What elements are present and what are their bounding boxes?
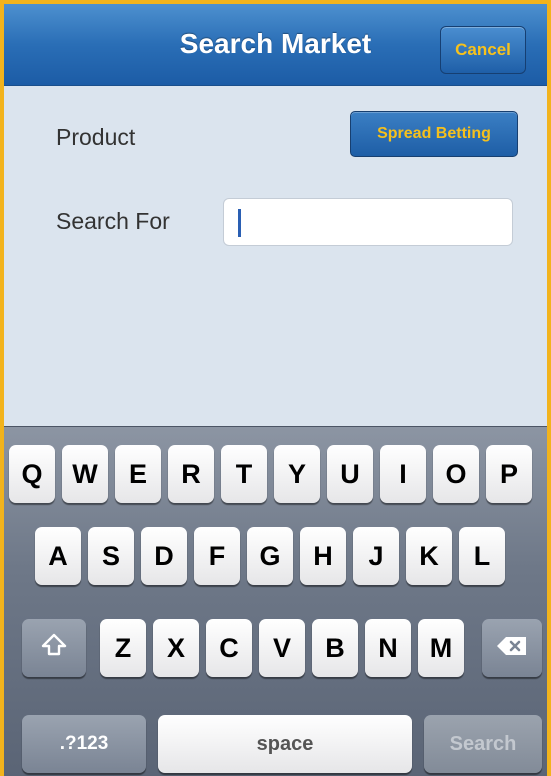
key-c[interactable]: C	[206, 619, 252, 677]
key-x[interactable]: X	[153, 619, 199, 677]
key-d[interactable]: D	[141, 527, 187, 585]
on-screen-keyboard: Q W E R T Y U I O P A S D F G H J K L Z …	[4, 426, 547, 776]
key-w[interactable]: W	[62, 445, 108, 503]
key-t[interactable]: T	[221, 445, 267, 503]
key-i[interactable]: I	[380, 445, 426, 503]
product-selector-button[interactable]: Spread Betting	[350, 111, 518, 157]
search-form: Product Spread Betting Search For	[4, 86, 547, 426]
key-a[interactable]: A	[35, 527, 81, 585]
space-key[interactable]: space	[158, 715, 412, 773]
cancel-button[interactable]: Cancel	[440, 26, 526, 74]
search-input[interactable]	[223, 198, 513, 246]
key-n[interactable]: N	[365, 619, 411, 677]
product-label: Product	[56, 124, 136, 150]
key-p[interactable]: P	[486, 445, 532, 503]
search-key[interactable]: Search	[424, 715, 542, 773]
backspace-key[interactable]	[482, 619, 542, 677]
navigation-bar: Search Market Cancel	[4, 4, 547, 86]
shift-key[interactable]	[22, 619, 86, 677]
text-cursor	[238, 209, 241, 237]
key-y[interactable]: Y	[274, 445, 320, 503]
key-z[interactable]: Z	[100, 619, 146, 677]
key-g[interactable]: G	[247, 527, 293, 585]
key-f[interactable]: F	[194, 527, 240, 585]
key-u[interactable]: U	[327, 445, 373, 503]
key-e[interactable]: E	[115, 445, 161, 503]
key-q[interactable]: Q	[9, 445, 55, 503]
key-s[interactable]: S	[88, 527, 134, 585]
key-r[interactable]: R	[168, 445, 214, 503]
key-v[interactable]: V	[259, 619, 305, 677]
backspace-icon	[496, 633, 528, 664]
key-b[interactable]: B	[312, 619, 358, 677]
key-h[interactable]: H	[300, 527, 346, 585]
key-m[interactable]: M	[418, 619, 464, 677]
key-j[interactable]: J	[353, 527, 399, 585]
numbers-key[interactable]: .?123	[22, 715, 146, 773]
shift-arrow-icon	[41, 632, 67, 665]
app-frame: Search Market Cancel Product Spread Bett…	[0, 0, 551, 776]
key-k[interactable]: K	[406, 527, 452, 585]
key-o[interactable]: O	[433, 445, 479, 503]
key-l[interactable]: L	[459, 527, 505, 585]
search-for-label: Search For	[56, 208, 170, 234]
